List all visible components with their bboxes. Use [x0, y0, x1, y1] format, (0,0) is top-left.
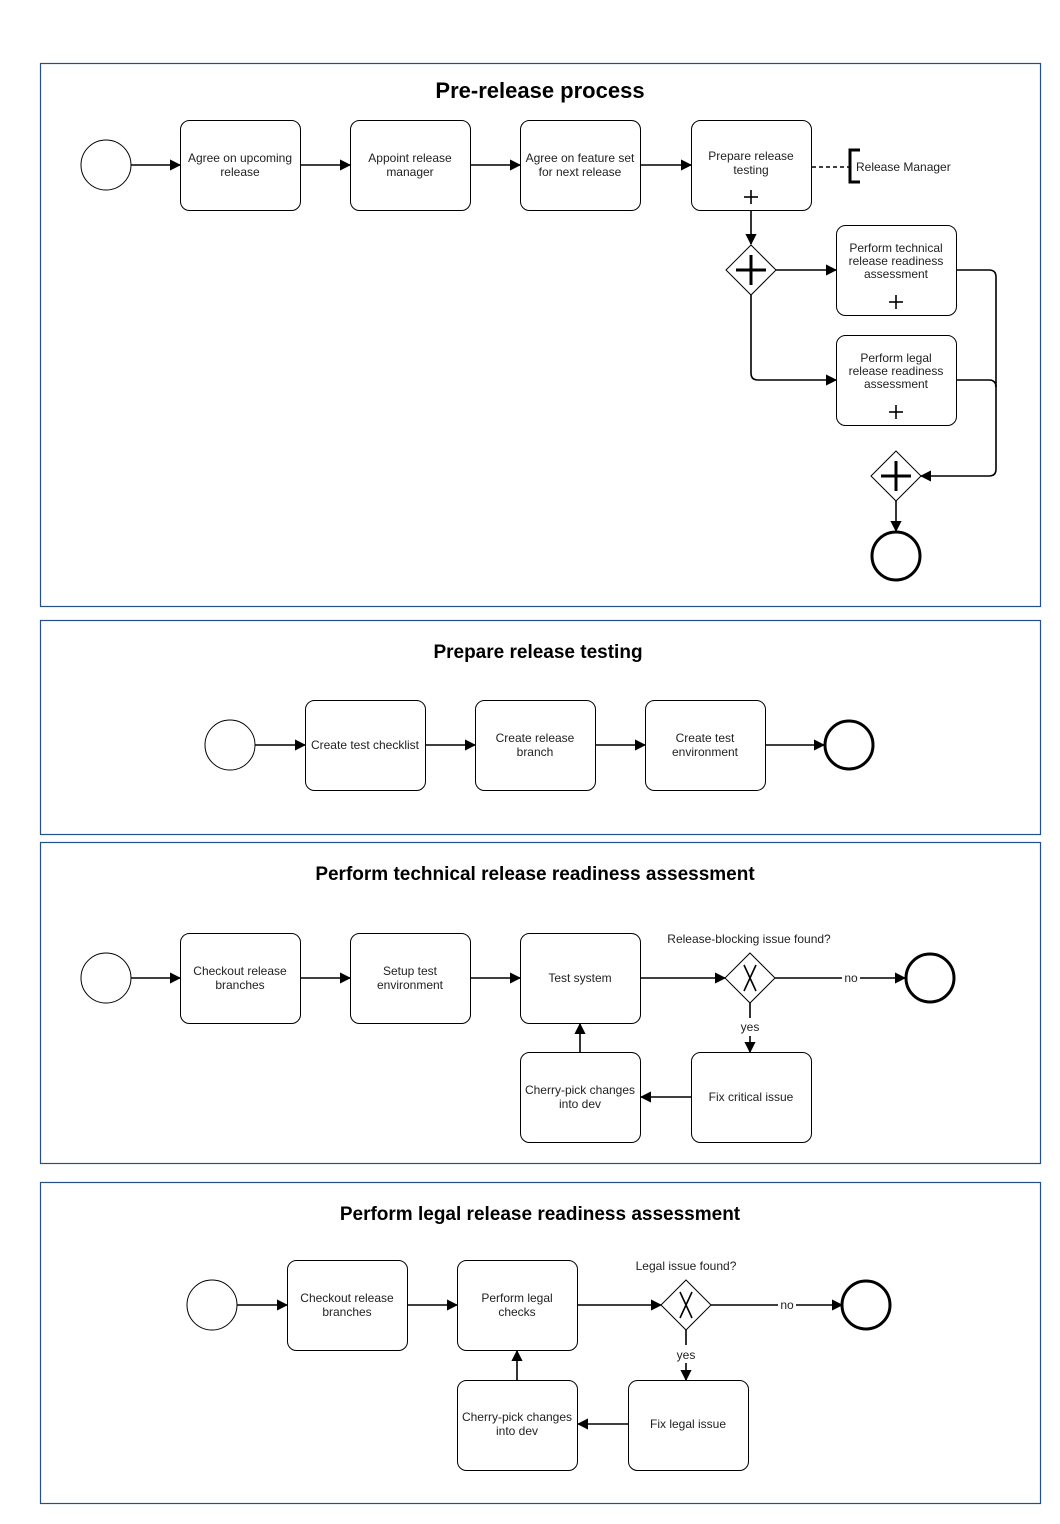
svg-text:Release Manager: Release Manager: [856, 160, 951, 174]
svg-text:Agree on feature setfor next r: Agree on feature set for next release: [526, 151, 635, 179]
subprocess-prepare-release-testing[interactable]: Prepare release testing: [691, 120, 812, 211]
task-agree-upcoming-release[interactable]: Agree on upcoming release: [180, 120, 301, 211]
start-event[interactable]: [204, 719, 256, 771]
panel-title: Perform legal release readiness assessme…: [340, 1204, 741, 1225]
yes-label: yes: [741, 1020, 760, 1034]
end-event[interactable]: [870, 530, 922, 582]
yes-label: yes: [677, 1348, 696, 1362]
gateway-question-label: Legal issue found?: [636, 1259, 737, 1273]
panel-pre-release-process: Pre-release process Agree on upcoming rel…: [39, 62, 1042, 608]
task-create-release-branch[interactable]: Create release branch: [475, 700, 596, 791]
panel-title: Pre-release process: [435, 78, 644, 103]
bpmn-diagram: Pre-release process Agree on upcoming rel…: [39, 62, 1042, 1505]
no-label: no: [780, 1298, 794, 1312]
svg-text:Create test checklist: Create test checklist: [311, 738, 420, 752]
end-event[interactable]: [840, 1279, 892, 1331]
task-test-system[interactable]: Test system: [520, 933, 641, 1024]
task-appoint-release-manager[interactable]: Appoint release manager: [350, 120, 471, 211]
no-label: no: [844, 971, 858, 985]
panel-prepare-release-testing: Prepare release testing Create test chec…: [39, 619, 1042, 836]
panel-legal-assessment: Perform legal release readiness assessme…: [39, 1181, 1042, 1505]
task-cherry-pick-changes[interactable]: Cherry-pick changes into dev: [520, 1052, 641, 1143]
svg-text:Test system: Test system: [548, 971, 611, 985]
task-checkout-release-branches[interactable]: Checkout release branches: [287, 1260, 408, 1351]
end-event[interactable]: [904, 952, 956, 1004]
panel-title: Prepare release testing: [433, 642, 642, 663]
end-event[interactable]: [823, 719, 875, 771]
svg-text:Create testenvironment: Create test environment: [672, 731, 739, 759]
task-create-test-environment[interactable]: Create test environment: [645, 700, 766, 791]
svg-text:Fix critical issue: Fix critical issue: [709, 1090, 794, 1104]
subprocess-technical-assessment[interactable]: Perform technical release readiness assess…: [836, 225, 957, 316]
task-checkout-release-branches[interactable]: Checkout release branches: [180, 933, 301, 1024]
gateway-question-label: Release-blocking issue found?: [667, 932, 831, 946]
start-event[interactable]: [80, 952, 132, 1004]
task-fix-legal-issue[interactable]: Fix legal issue: [628, 1380, 749, 1471]
task-cherry-pick-changes[interactable]: Cherry-pick changes into dev: [457, 1380, 578, 1471]
task-agree-feature-set[interactable]: Agree on feature set for next release: [520, 120, 641, 211]
start-event[interactable]: [80, 139, 132, 191]
svg-text:Fix legal issue: Fix legal issue: [650, 1417, 726, 1431]
panel-technical-assessment: Perform technical release readiness asse…: [39, 841, 1042, 1165]
task-perform-legal-checks[interactable]: Perform legal checks: [457, 1260, 578, 1351]
panel-title: Perform technical release readiness asse…: [315, 864, 755, 885]
subprocess-legal-assessment[interactable]: Perform legal release readiness assessment: [836, 335, 957, 426]
task-setup-test-environment[interactable]: Setup test environment: [350, 933, 471, 1024]
task-create-test-checklist[interactable]: Create test checklist: [305, 700, 426, 791]
start-event[interactable]: [186, 1279, 238, 1331]
svg-text:Setup testenvironment: Setup test environment: [377, 964, 444, 992]
task-fix-critical-issue[interactable]: Fix critical issue: [691, 1052, 812, 1143]
